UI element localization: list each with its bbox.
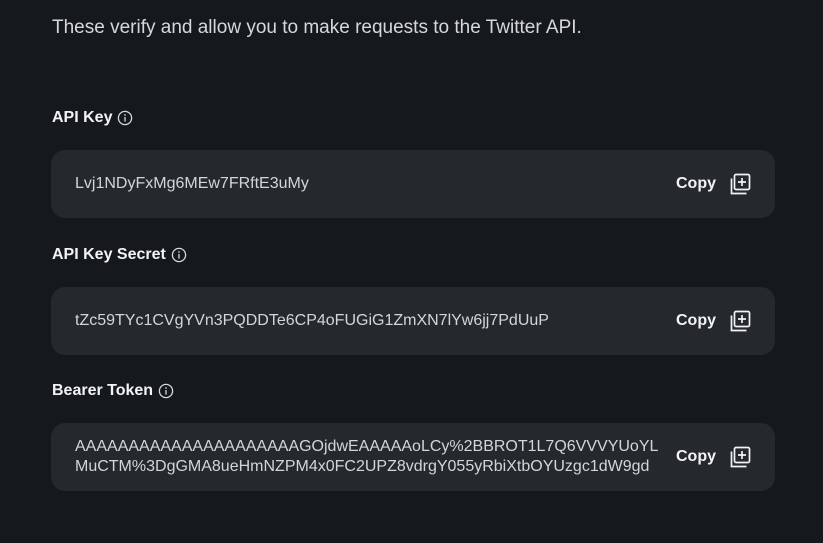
info-icon[interactable] [158,383,174,399]
api-key-secret-value[interactable]: tZc59TYc1CVgYVn3PQDDTe6CP4oFUGiG1ZmXN7lY… [75,311,660,331]
intro-text: These verify and allow you to make reque… [52,17,582,38]
keys-and-tokens-panel: These verify and allow you to make reque… [0,0,823,543]
api-key-secret-label: API Key Secret [52,246,166,263]
copy-label: Copy [676,312,716,329]
info-icon[interactable] [117,110,133,126]
api-key-secret-label-row: API Key Secret [52,245,187,265]
api-key-value[interactable]: Lvj1NDyFxMg6MEw7FRftE3uMy [75,174,660,194]
copy-api-key-secret-button[interactable]: Copy [676,309,752,333]
copy-bearer-token-button[interactable]: Copy [676,445,752,469]
bearer-token-box: AAAAAAAAAAAAAAAAAAAAAGOjdwEAAAAAoLCy%2BB… [51,423,775,491]
copy-icon [728,309,752,333]
bearer-token-label: Bearer Token [52,382,154,399]
bearer-token-value[interactable]: AAAAAAAAAAAAAAAAAAAAAGOjdwEAAAAAoLCy%2BB… [75,437,660,477]
copy-label: Copy [676,448,716,465]
api-key-label-row: API Key [52,108,133,128]
copy-icon [728,445,752,469]
copy-icon [728,172,752,196]
copy-label: Copy [676,175,716,192]
api-key-box: Lvj1NDyFxMg6MEw7FRftE3uMy Copy [51,150,775,218]
copy-api-key-button[interactable]: Copy [676,172,752,196]
api-key-label: API Key [52,109,113,126]
bearer-token-label-row: Bearer Token [52,381,174,401]
api-key-secret-box: tZc59TYc1CVgYVn3PQDDTe6CP4oFUGiG1ZmXN7lY… [51,287,775,355]
info-icon[interactable] [171,247,187,263]
